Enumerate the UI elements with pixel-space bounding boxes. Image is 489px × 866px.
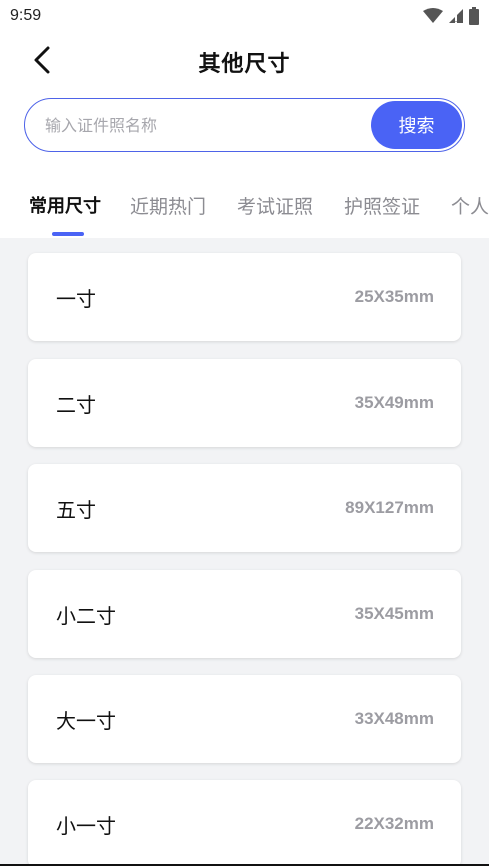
tab-personal[interactable]: 个人 [451, 192, 489, 219]
size-name: 二寸 [56, 392, 96, 417]
size-name: 一寸 [56, 286, 96, 311]
page-title: 其他尺寸 [198, 52, 291, 77]
list-item[interactable]: 五寸 89X127mm [28, 464, 461, 552]
size-dimensions: 22X32mm [354, 814, 434, 833]
size-list: 一寸 25X35mm 二寸 35X49mm 五寸 89X127mm 小二寸 35… [0, 238, 489, 866]
size-dimensions: 25X35mm [354, 287, 434, 306]
size-name: 小二寸 [56, 603, 116, 628]
list-item[interactable]: 大一寸 33X48mm [28, 675, 461, 763]
tab-recent-popular[interactable]: 近期热门 [130, 192, 206, 219]
chevron-left-icon [32, 45, 52, 79]
search-button[interactable]: 搜索 [371, 101, 462, 149]
size-dimensions: 89X127mm [345, 498, 434, 517]
back-button[interactable] [28, 46, 56, 78]
size-name: 五寸 [56, 497, 96, 522]
category-tabs: 常用尺寸 近期热门 考试证照 护照签证 个人 [0, 182, 489, 238]
search-box: 搜索 [24, 98, 465, 152]
size-dimensions: 33X48mm [354, 709, 434, 728]
list-item[interactable]: 小二寸 35X45mm [28, 570, 461, 658]
battery-icon [469, 7, 479, 25]
status-icons [423, 7, 479, 25]
list-item[interactable]: 一寸 25X35mm [28, 253, 461, 341]
size-dimensions: 35X49mm [354, 393, 434, 412]
tab-active-indicator [52, 232, 84, 236]
status-time: 9:59 [10, 7, 42, 24]
page-header: 其他尺寸 [0, 36, 489, 88]
list-item[interactable]: 小一寸 22X32mm [28, 780, 461, 866]
tab-passport-visa[interactable]: 护照签证 [344, 192, 420, 219]
tab-exam-photos[interactable]: 考试证照 [237, 192, 313, 219]
size-dimensions: 35X45mm [354, 604, 434, 623]
status-bar: 9:59 [0, 0, 489, 32]
wifi-icon [423, 8, 443, 24]
size-name: 小一寸 [56, 813, 116, 838]
size-name: 大一寸 [56, 708, 116, 733]
signal-icon [449, 8, 463, 24]
list-item[interactable]: 二寸 35X49mm [28, 359, 461, 447]
tab-common-sizes[interactable]: 常用尺寸 [29, 192, 101, 218]
